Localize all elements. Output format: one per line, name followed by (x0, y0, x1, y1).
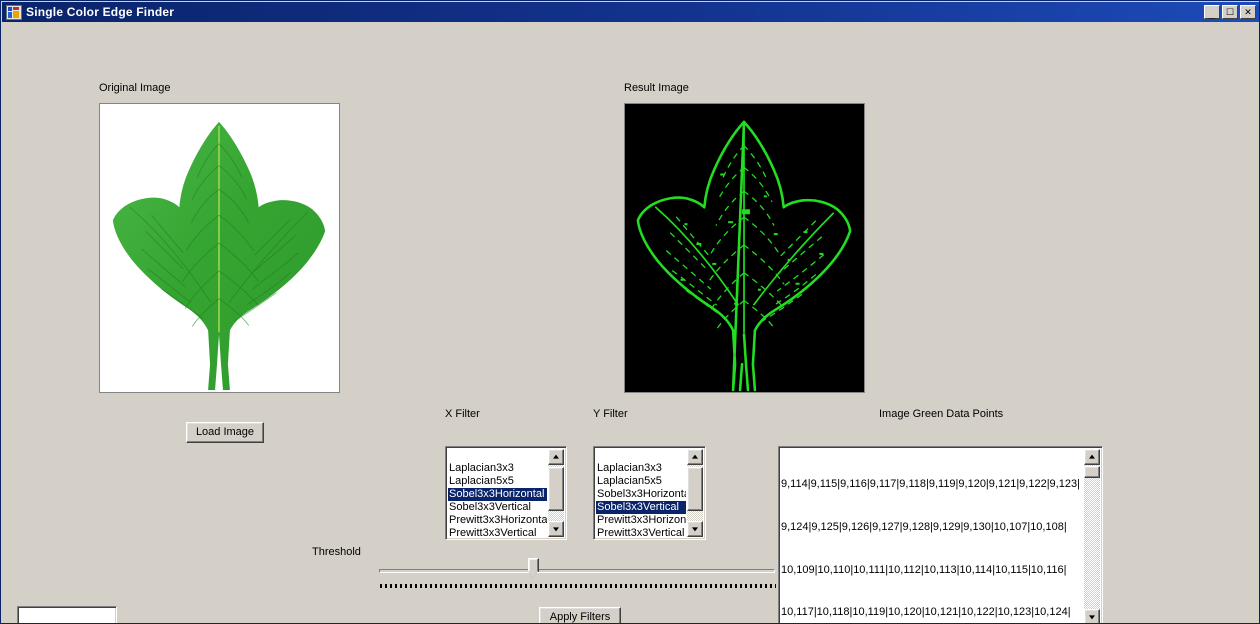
close-button[interactable]: ✕ (1240, 5, 1256, 19)
chevron-down-icon (692, 527, 698, 532)
title-bar: Single Color Edge Finder _ ☐ ✕ (2, 2, 1259, 22)
data-points-textbox[interactable]: 9,114|9,115|9,116|9,117|9,118|9,119|9,12… (778, 446, 1103, 623)
scroll-down-button[interactable] (1084, 609, 1100, 623)
x-filter-items: Laplacian3x3 Laplacian5x5 Sobel3x3Horizo… (448, 449, 547, 537)
x-filter-item-selected[interactable]: Sobel3x3Horizontal (448, 488, 547, 501)
x-filter-item[interactable]: Laplacian3x3 (448, 462, 547, 475)
close-icon: ✕ (1244, 7, 1252, 17)
status-textbox[interactable] (17, 606, 117, 623)
threshold-slider-track[interactable] (379, 569, 775, 573)
load-image-button[interactable]: Load Image (186, 422, 264, 443)
x-filter-item[interactable]: Laplacian5x5 (448, 475, 547, 488)
data-points-label: Image Green Data Points (879, 408, 1004, 420)
y-filter-label: Y Filter (593, 408, 628, 420)
data-line: 10,109|10,110|10,111|10,112|10,113|10,11… (781, 563, 1067, 576)
client-area: Original Image Result Image X Filter Y F… (2, 22, 1259, 623)
scroll-up-button[interactable] (548, 449, 564, 465)
y-filter-item[interactable]: Prewitt3x3Horizontal (596, 514, 686, 527)
apply-filters-button[interactable]: Apply Filters (539, 607, 621, 623)
x-filter-item[interactable]: Prewitt3x3Horizontal (448, 514, 547, 527)
chevron-up-icon (692, 454, 698, 459)
status-input[interactable] (18, 607, 116, 623)
threshold-slider-ticks (380, 584, 776, 588)
y-filter-item[interactable]: Laplacian3x3 (596, 462, 686, 475)
minimize-icon: _ (1208, 8, 1216, 20)
application-window: Single Color Edge Finder _ ☐ ✕ Original … (0, 0, 1260, 624)
data-points-scrollbar[interactable] (1084, 449, 1100, 623)
chevron-up-icon (1089, 454, 1095, 459)
window-controls: _ ☐ ✕ (1204, 5, 1258, 20)
result-leaf-edges-graphic (625, 104, 864, 392)
y-filter-scrollbar[interactable] (687, 449, 703, 537)
original-image-label: Original Image (99, 82, 171, 94)
x-filter-item[interactable]: Prewitt3x3Vertical (448, 527, 547, 537)
scroll-down-button[interactable] (687, 521, 703, 537)
slider-thumb-body (528, 558, 539, 572)
maximize-icon: ☐ (1225, 7, 1235, 17)
threshold-slider-thumb[interactable] (528, 558, 539, 579)
data-points-content: 9,114|9,115|9,116|9,117|9,118|9,119|9,12… (781, 449, 1082, 623)
x-filter-listbox[interactable]: Laplacian3x3 Laplacian5x5 Sobel3x3Horizo… (445, 446, 567, 540)
original-leaf-graphic (100, 104, 339, 392)
x-filter-item[interactable]: Sobel3x3Vertical (448, 501, 547, 514)
y-filter-listbox[interactable]: Laplacian3x3 Laplacian5x5 Sobel3x3Horizo… (593, 446, 706, 540)
data-line: 9,124|9,125|9,126|9,127|9,128|9,129|9,13… (781, 521, 1067, 533)
original-image-picturebox[interactable] (99, 103, 340, 393)
result-image-picturebox[interactable] (624, 103, 865, 393)
scrollbar-thumb[interactable] (1084, 466, 1100, 478)
result-image-label: Result Image (624, 82, 689, 94)
maximize-button[interactable]: ☐ (1222, 5, 1238, 19)
scroll-up-button[interactable] (687, 449, 703, 465)
chevron-down-icon (1089, 615, 1095, 620)
window-title: Single Color Edge Finder (26, 5, 175, 19)
y-filter-item[interactable] (596, 449, 686, 462)
y-filter-item[interactable]: Prewitt3x3Vertical (596, 527, 686, 537)
y-filter-item[interactable]: Laplacian5x5 (596, 475, 686, 488)
slider-thumb-pointer (528, 571, 538, 578)
chevron-up-icon (553, 454, 559, 459)
x-filter-label: X Filter (445, 408, 480, 420)
minimize-button[interactable]: _ (1204, 5, 1220, 20)
y-filter-items: Laplacian3x3 Laplacian5x5 Sobel3x3Horizo… (596, 449, 686, 537)
data-line: 9,114|9,115|9,116|9,117|9,118|9,119|9,12… (781, 478, 1080, 491)
scrollbar-thumb[interactable] (687, 467, 703, 511)
data-line: 10,117|10,118|10,119|10,120|10,121|10,12… (781, 606, 1071, 619)
y-filter-item[interactable]: Sobel3x3Horizontal (596, 488, 686, 501)
x-filter-item[interactable] (448, 449, 547, 462)
x-filter-scrollbar[interactable] (548, 449, 564, 537)
scroll-up-button[interactable] (1084, 449, 1100, 465)
scrollbar-thumb[interactable] (548, 467, 564, 511)
application-icon (6, 4, 22, 20)
y-filter-item-selected[interactable]: Sobel3x3Vertical (596, 501, 686, 514)
chevron-down-icon (553, 527, 559, 532)
scroll-down-button[interactable] (548, 521, 564, 537)
threshold-label: Threshold (312, 546, 361, 558)
